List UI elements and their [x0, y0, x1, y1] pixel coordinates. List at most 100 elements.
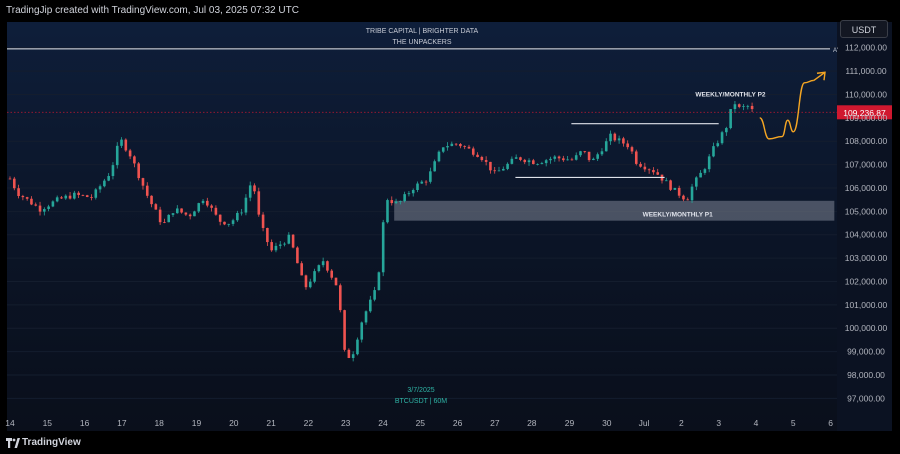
candle-body — [124, 139, 128, 151]
candle-body — [43, 209, 46, 212]
candle-body — [133, 156, 136, 164]
candle-body — [300, 263, 303, 276]
candle-body — [115, 145, 119, 166]
candle-body — [424, 181, 428, 183]
candle-body — [364, 311, 368, 323]
candle-body — [386, 200, 389, 223]
candle-body — [536, 163, 539, 165]
symbol-label: BTCUSDT | 60M — [395, 398, 447, 405]
candle-body — [454, 143, 458, 145]
candle-body — [411, 190, 415, 194]
x-tick-label: 5 — [791, 418, 796, 428]
x-tick-label: 3 — [716, 418, 721, 428]
x-tick-label: 28 — [527, 418, 537, 428]
y-tick-label: 104,000.00 — [845, 230, 888, 240]
candle-body — [197, 203, 201, 212]
candle-body — [390, 200, 394, 204]
candle-body — [244, 197, 248, 213]
candle-body — [68, 195, 72, 199]
tradingview-logo-icon[interactable] — [6, 437, 20, 449]
candle-body — [227, 223, 231, 225]
candle-body — [622, 138, 625, 144]
candle-body — [450, 143, 454, 147]
plot-background — [7, 22, 837, 431]
candle-body — [600, 151, 604, 155]
candle-body — [553, 156, 557, 159]
candle-body — [549, 158, 552, 161]
candle-body — [218, 214, 222, 222]
candle-body — [407, 193, 411, 195]
candle-body — [592, 158, 595, 161]
candle-body — [707, 156, 711, 170]
footer-bar: TradingView — [0, 432, 900, 454]
candle-body — [441, 147, 445, 152]
candle-body — [720, 132, 724, 144]
candle-body — [287, 234, 291, 244]
candle-body — [351, 354, 355, 358]
x-tick-label: 15 — [43, 418, 53, 428]
candle-body — [613, 133, 617, 141]
candle-body — [643, 166, 647, 170]
candle-body — [356, 339, 359, 355]
candle-body — [729, 109, 732, 129]
x-tick-label: 21 — [266, 418, 276, 428]
candle-body — [733, 104, 737, 110]
candle-body — [484, 160, 488, 162]
candle-body — [587, 151, 591, 161]
candle-body — [317, 265, 321, 272]
candle-body — [647, 169, 651, 171]
candle-body — [652, 170, 655, 173]
candle-body — [184, 212, 188, 215]
candle-body — [17, 188, 20, 197]
candle-body — [471, 148, 475, 155]
candle-body — [128, 150, 132, 157]
candle-body — [532, 160, 535, 165]
candle-body — [103, 180, 106, 187]
candle-body — [579, 151, 582, 156]
candle-body — [639, 163, 642, 167]
candle-body — [510, 158, 514, 164]
currency-button[interactable]: USDT — [840, 20, 888, 38]
watermark-line-1: TRIBE CAPITAL | BRIGHTER DATA — [366, 28, 479, 35]
candle-body — [609, 133, 612, 142]
x-tick-label: 27 — [490, 418, 500, 428]
candle-body — [81, 194, 85, 196]
candle-body — [313, 271, 316, 282]
candle-body — [240, 212, 243, 214]
candle-body — [270, 242, 273, 251]
candle-body — [583, 151, 587, 153]
x-tick-label: Jul — [639, 418, 650, 428]
date-label: 3/7/2025 — [407, 387, 434, 394]
candle-body — [326, 261, 329, 271]
candle-body — [85, 195, 89, 197]
x-tick-label: 30 — [602, 418, 612, 428]
candle-body — [8, 178, 12, 180]
y-tick-label: 101,000.00 — [845, 300, 888, 310]
candle-body — [506, 163, 509, 169]
candle-body — [64, 195, 68, 199]
candle-body — [188, 214, 192, 217]
x-tick-label: 23 — [341, 418, 351, 428]
candle-body — [467, 146, 471, 149]
candle-body — [158, 209, 162, 223]
candle-body — [480, 156, 484, 161]
candle-body — [141, 178, 145, 186]
candle-body — [373, 290, 376, 300]
candle-body — [330, 270, 334, 278]
candle-body — [55, 197, 59, 202]
x-tick-label: 17 — [117, 418, 127, 428]
price-chart[interactable]: WEEKLY/MONTHLY P1 A' WEEKLY/MONTHLY P2 109… — [0, 0, 900, 454]
candle-body — [695, 177, 698, 187]
candle-body — [120, 139, 123, 146]
candle-body — [150, 195, 153, 205]
candle-body — [686, 199, 690, 201]
support-zone-label: WEEKLY/MONTHLY P1 — [643, 212, 714, 219]
candle-body — [60, 197, 63, 199]
y-tick-label: 99,000.00 — [847, 347, 885, 357]
candle-body — [47, 206, 50, 210]
x-tick-label: 29 — [565, 418, 575, 428]
candle-body — [596, 154, 599, 159]
y-tick-label: 109,000.00 — [845, 113, 888, 123]
candle-body — [12, 178, 16, 189]
credit-text: TradingJip created with TradingView.com,… — [6, 5, 299, 16]
